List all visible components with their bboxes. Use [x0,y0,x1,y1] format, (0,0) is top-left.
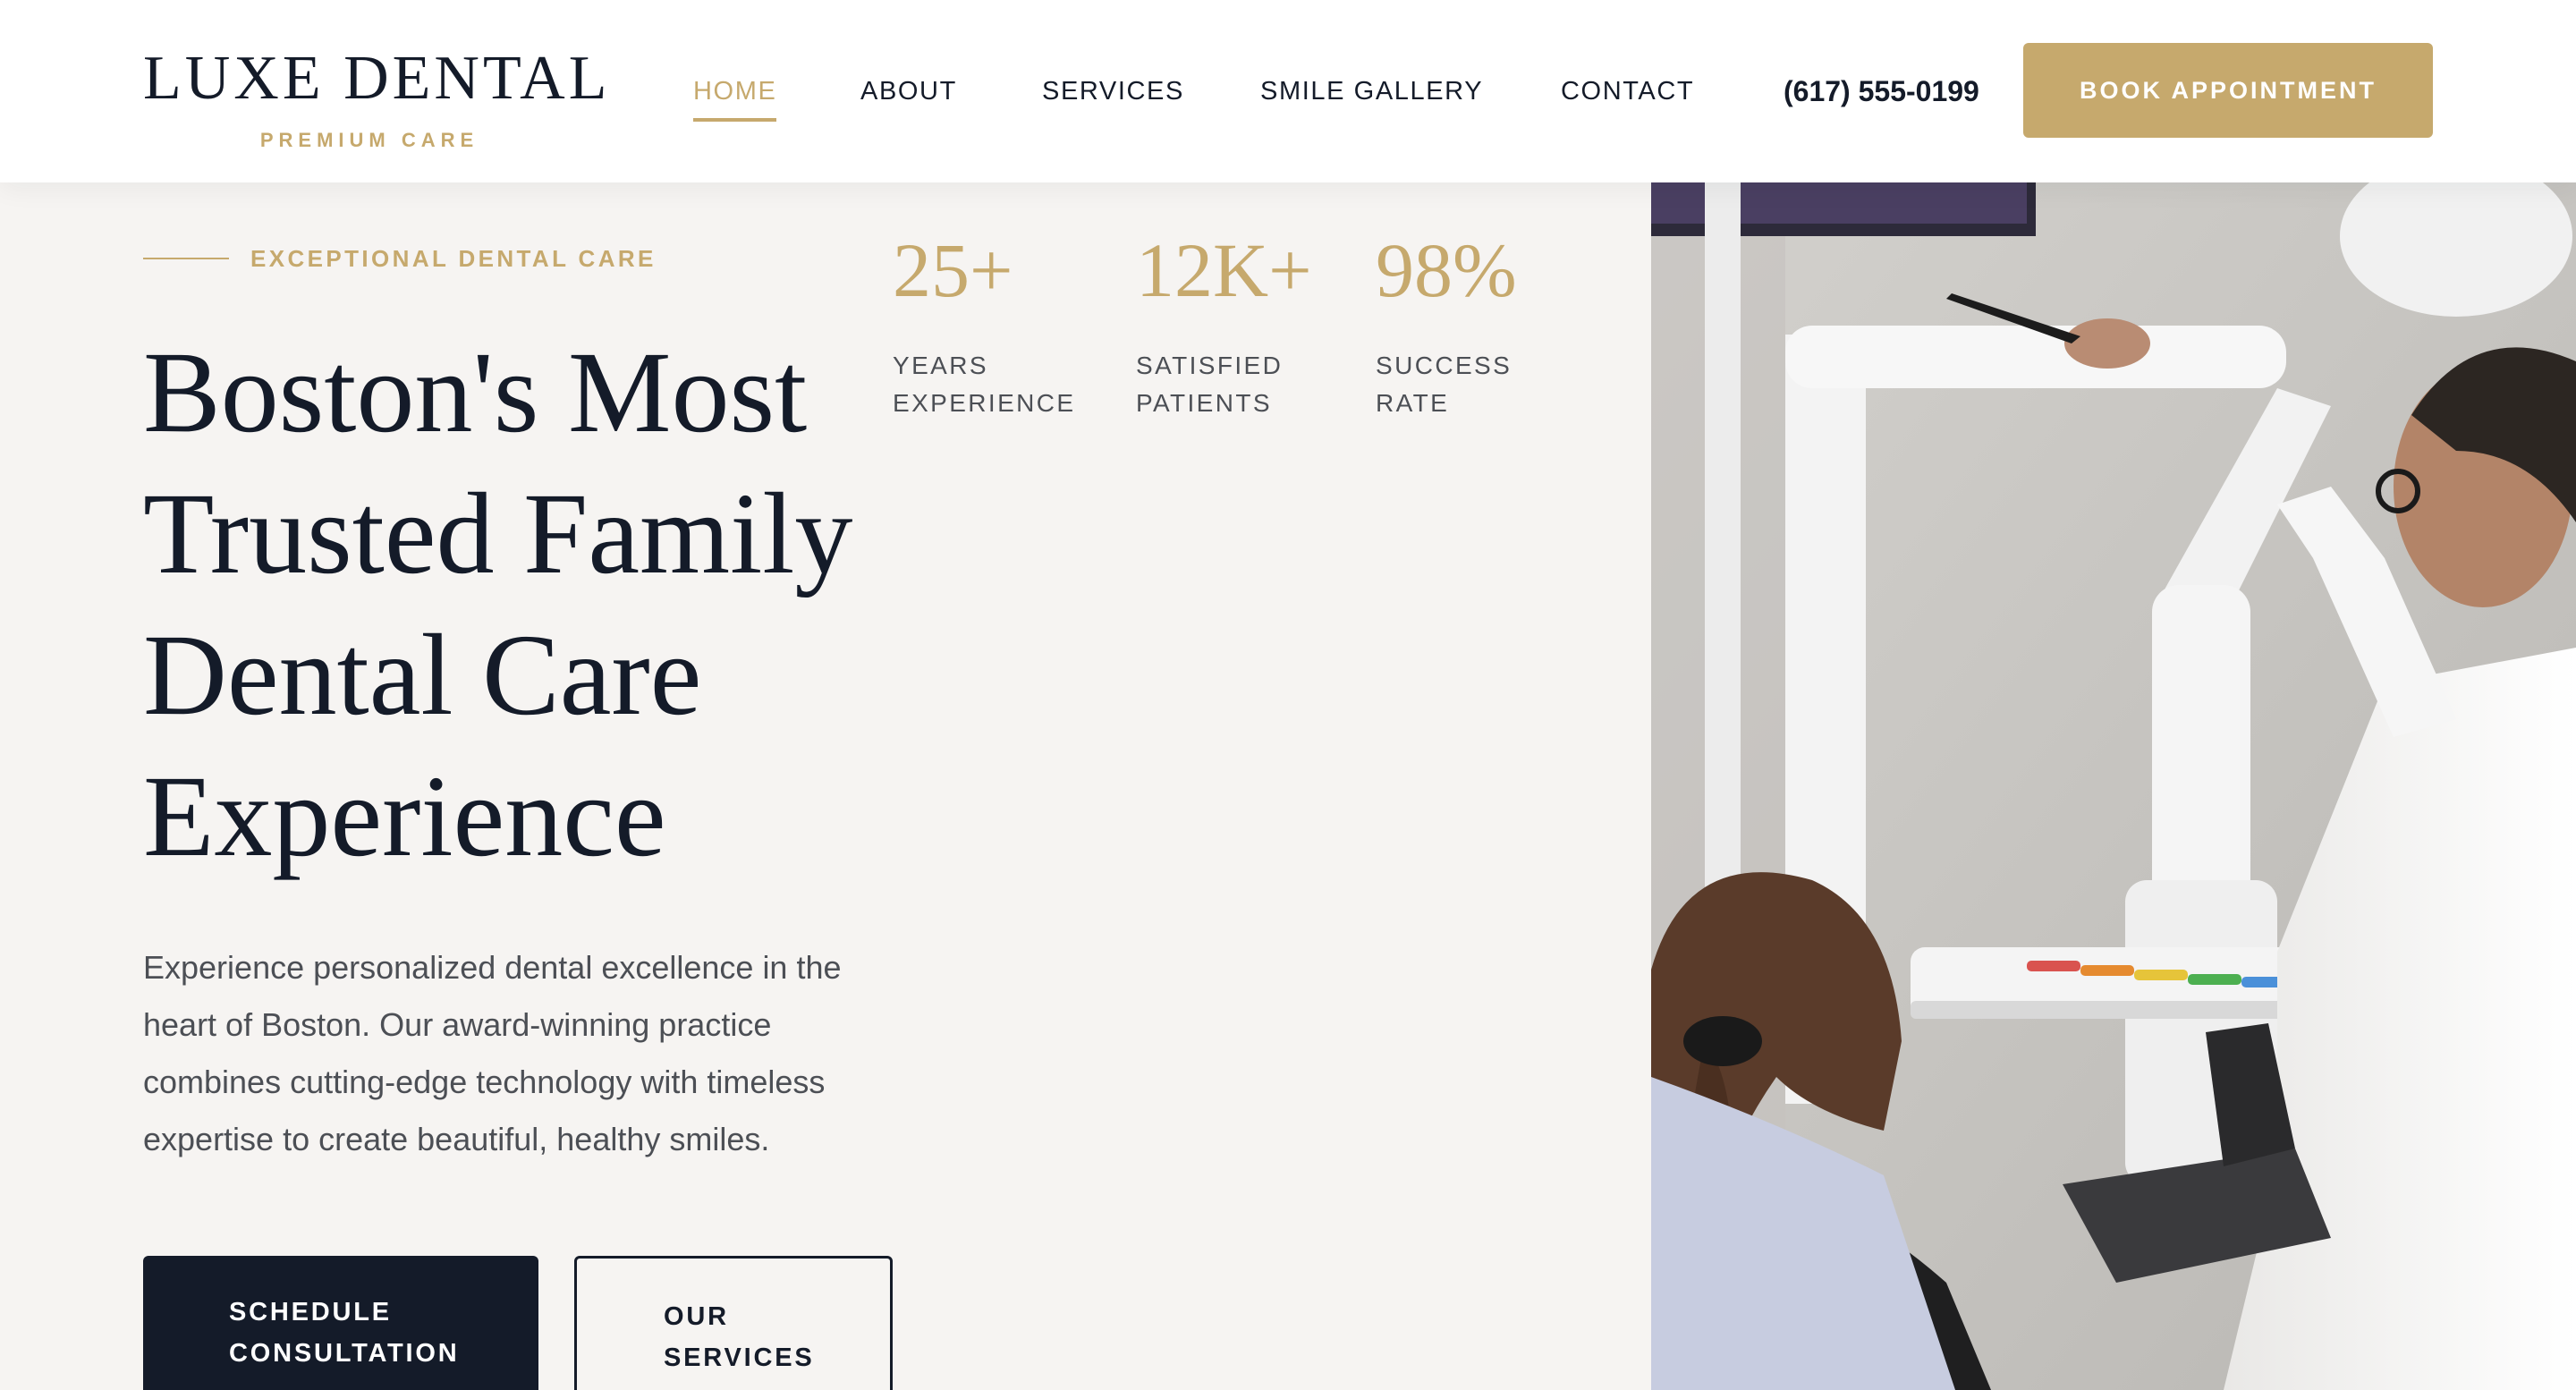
eyebrow-divider [143,258,229,259]
stat-label-line: PATIENTS [1136,389,1272,417]
hero-title-line: Experience [143,752,666,881]
site-header: LUXE DENTAL PREMIUM CARE HOME ABOUT SERV… [0,0,2576,182]
hero-photo-dentist-with-patient [1651,182,2576,1390]
hero-title: Boston's Most Trusted Family Dental Care… [143,322,930,887]
nav-item-label: HOME [693,77,777,106]
stat-success-rate: 98% SUCCESS RATE [1376,225,1590,422]
hero-eyebrow: EXCEPTIONAL DENTAL CARE [250,245,657,272]
stat-label-line: EXPERIENCE [893,389,1076,417]
nav-active-indicator [693,118,777,122]
stat-label-line: SUCCESS [1376,352,1513,379]
stat-satisfied-patients: 12K+ SATISFIED PATIENTS [1136,225,1351,422]
button-label-line: OUR [664,1302,729,1331]
stat-label: YEARS EXPERIENCE [893,347,1107,422]
brand-tagline: PREMIUM CARE [259,129,479,151]
stat-label-line: YEARS [893,352,988,379]
button-label-line: SCHEDULE [229,1298,392,1326]
brand-name: LUXE DENTAL [143,44,611,113]
stat-label-line: RATE [1376,389,1450,417]
stat-label: SUCCESS RATE [1376,347,1590,422]
stat-value: 12K+ [1136,227,1312,313]
hero-title-line: Boston's Most [143,328,808,457]
hero-description: Experience personalized dental excellenc… [143,949,842,1157]
stat-value: 25+ [893,227,1013,313]
book-appointment-button[interactable]: BOOK APPOINTMENT [2023,43,2433,138]
button-label-line: SERVICES [664,1343,815,1372]
dental-clinic-illustration [1651,182,2576,1390]
phone-link[interactable]: (617) 555-0199 [1784,73,1979,109]
stat-value: 98% [1376,227,1517,313]
nav-item-services[interactable]: SERVICES [1042,75,1184,107]
brand-logo[interactable]: LUXE DENTAL PREMIUM CARE [143,43,611,152]
nav-item-smile-gallery[interactable]: SMILE GALLERY [1260,75,1483,107]
button-label-line: CONSULTATION [229,1339,460,1368]
schedule-consultation-button[interactable]: SCHEDULE CONSULTATION [143,1256,538,1390]
nav-item-about[interactable]: ABOUT [860,75,957,107]
nav-item-contact[interactable]: CONTACT [1561,75,1694,107]
stat-label: SATISFIED PATIENTS [1136,347,1351,422]
stat-label-line: SATISFIED [1136,352,1284,379]
hero-title-line: Dental Care [143,611,702,740]
our-services-button[interactable]: OUR SERVICES [574,1256,893,1390]
nav-item-home[interactable]: HOME [693,75,777,122]
hero-title-line: Trusted Family [143,470,853,598]
stat-years-experience: 25+ YEARS EXPERIENCE [893,225,1107,422]
